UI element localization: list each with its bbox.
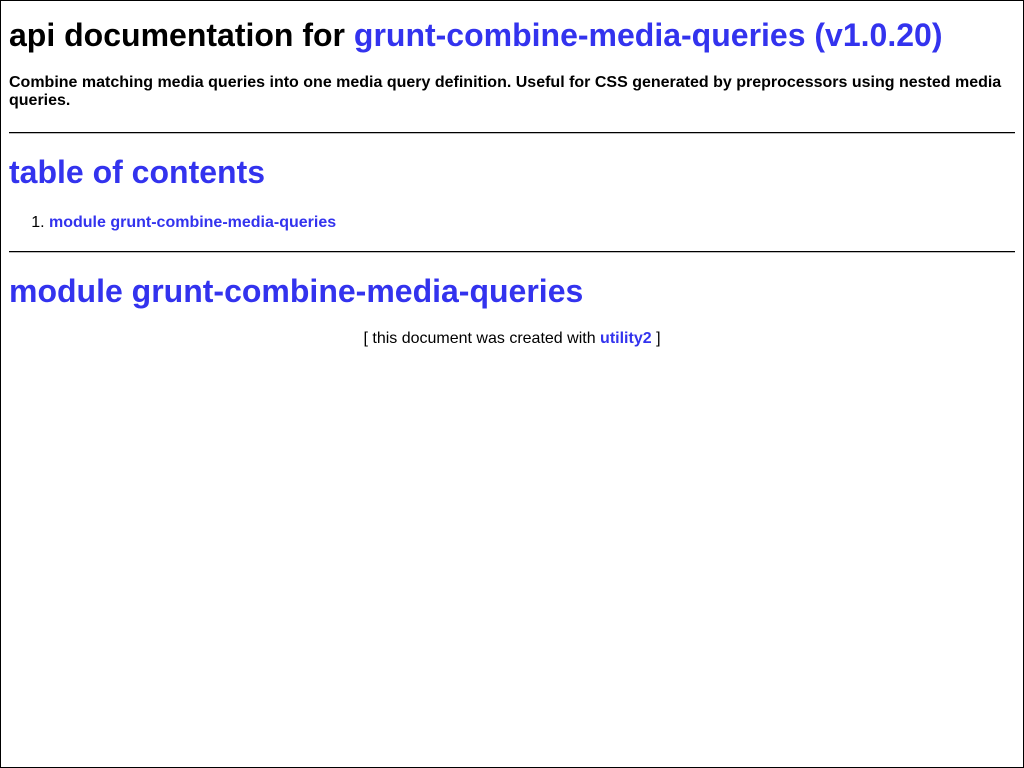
divider: [9, 132, 1015, 134]
footer-suffix: ]: [656, 330, 661, 347]
page-title-prefix: api documentation for: [9, 17, 345, 53]
toc-heading-link[interactable]: table of contents: [9, 154, 265, 190]
footer: [ this document was created with utility…: [9, 330, 1015, 348]
footer-prefix: [ this document was created with: [363, 330, 596, 347]
toc-item: module grunt-combine-media-queries: [49, 214, 1015, 232]
toc-list: module grunt-combine-media-queries: [9, 214, 1015, 232]
package-link[interactable]: grunt-combine-media-queries (v1.0.20): [354, 17, 943, 53]
module-heading-link[interactable]: module grunt-combine-media-queries: [9, 273, 583, 309]
utility2-link[interactable]: utility2: [600, 330, 652, 347]
toc-heading: table of contents: [9, 154, 1015, 191]
toc-item-link[interactable]: module grunt-combine-media-queries: [49, 214, 336, 231]
api-doc-page: api documentation for grunt-combine-medi…: [1, 1, 1023, 348]
divider: [9, 251, 1015, 253]
package-description: Combine matching media queries into one …: [9, 74, 1002, 109]
module-heading: module grunt-combine-media-queries: [9, 273, 1015, 310]
page-title: api documentation for grunt-combine-medi…: [9, 17, 1015, 54]
